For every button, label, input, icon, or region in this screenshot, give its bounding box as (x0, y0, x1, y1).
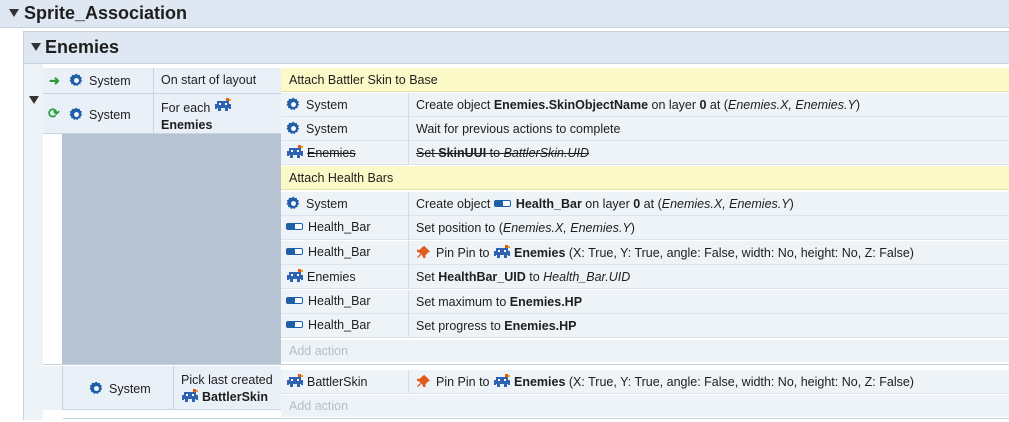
add-action-link[interactable]: Add action (281, 395, 1009, 417)
condition-text: For each Enemies (161, 98, 235, 134)
event-block (62, 134, 281, 364)
subgroup-header[interactable]: Enemies (23, 31, 1009, 64)
action-object: Enemies (307, 270, 356, 284)
condition-text: Pick last created BattlerSkin (181, 372, 273, 406)
action-description: Wait for previous actions to complete (408, 117, 621, 140)
subgroup-title: Enemies (45, 37, 120, 57)
trigger-arrow-icon: ➜ (49, 73, 60, 88)
action-row[interactable]: BattlerSkin Pin Pin to Enemies (X: True,… (281, 370, 1009, 394)
condition-row[interactable]: System Pick last created BattlerSkin (63, 366, 281, 410)
action-row[interactable]: Health_Bar Set progress to Enemies.HP (281, 314, 1009, 338)
condition-object: System (89, 381, 151, 396)
collapse-triangle-icon[interactable] (29, 96, 39, 104)
action-object: Health_Bar (308, 294, 371, 308)
action-description: Set progress to Enemies.HP (408, 314, 577, 337)
action-object: Health_Bar (308, 220, 371, 234)
collapse-triangle-icon[interactable] (31, 43, 41, 51)
progress-bar-icon (493, 200, 511, 207)
gear-icon (286, 196, 301, 211)
enemies-sprite-icon (286, 145, 304, 160)
action-row-disabled[interactable]: Enemies Set SkinUUI to BattlerSkin.UID (281, 141, 1009, 165)
progress-bar-icon (286, 223, 303, 230)
for-each-object: Enemies (161, 118, 213, 132)
condition-text: On start of layout (161, 73, 257, 87)
enemies-sprite-icon (214, 98, 232, 113)
action-description: Set HealthBar_UID to Health_Bar.UID (408, 265, 630, 288)
comment-text: Attach Battler Skin to Base (289, 73, 438, 87)
action-description: Set SkinUUI to BattlerSkin.UID (408, 141, 589, 164)
action-row[interactable]: System Create object Health_Bar on layer… (281, 192, 1009, 216)
sub-event-gutter (43, 366, 63, 410)
condition-row[interactable]: ➜ System On start of layout (43, 68, 281, 94)
action-row[interactable]: Enemies Set HealthBar_UID to Health_Bar.… (281, 265, 1009, 289)
event-gutter (23, 64, 43, 420)
action-description: Create object Health_Bar on layer 0 at (… (408, 192, 794, 215)
action-object: Enemies (307, 146, 356, 160)
enemies-sprite-icon (493, 245, 511, 260)
comment-row[interactable]: Attach Battler Skin to Base (281, 68, 1009, 92)
gear-icon (69, 107, 84, 122)
pin-icon (416, 374, 431, 389)
action-object: Health_Bar (308, 245, 371, 259)
event-separator (43, 364, 1009, 365)
action-row[interactable]: Health_Bar Pin Pin to Enemies (X: True, … (281, 241, 1009, 265)
battlerskin-sprite-icon (181, 389, 199, 404)
gear-icon (286, 97, 301, 112)
pick-last-label: Pick last created (181, 373, 273, 387)
action-description: Create object Enemies.SkinObjectName on … (408, 93, 860, 116)
condition-object: System (69, 73, 131, 88)
action-description: Pin Pin to Enemies (X: True, Y: True, an… (408, 370, 914, 393)
action-description: Set maximum to Enemies.HP (408, 290, 582, 313)
condition-divider (153, 68, 154, 94)
action-object: System (306, 197, 348, 211)
action-row[interactable]: Health_Bar Set maximum to Enemies.HP (281, 290, 1009, 314)
action-row[interactable]: Health_Bar Set position to (Enemies.X, E… (281, 216, 1009, 240)
gear-icon (286, 121, 301, 136)
action-row[interactable]: System Create object Enemies.SkinObjectN… (281, 93, 1009, 117)
action-description: Set position to (Enemies.X, Enemies.Y) (408, 216, 635, 239)
add-action-link[interactable]: Add action (281, 340, 1009, 362)
gear-icon (69, 73, 84, 88)
bottom-border (63, 418, 1009, 419)
condition-object: System (69, 107, 131, 122)
action-object: BattlerSkin (307, 375, 368, 389)
action-object: System (306, 122, 348, 136)
pin-icon (416, 245, 431, 260)
group-header[interactable]: Sprite_Association (0, 0, 1009, 28)
for-each-label: For each (161, 101, 211, 115)
group-title: Sprite_Association (24, 3, 188, 23)
collapse-triangle-icon[interactable] (9, 9, 19, 17)
comment-row[interactable]: Attach Health Bars (281, 166, 1009, 190)
enemies-sprite-icon (493, 374, 511, 389)
action-object: System (306, 98, 348, 112)
condition-divider (173, 366, 174, 410)
action-row[interactable]: System Wait for previous actions to comp… (281, 117, 1009, 141)
condition-divider (153, 94, 154, 134)
action-object: Health_Bar (308, 318, 371, 332)
pick-last-object: BattlerSkin (202, 390, 268, 404)
enemies-sprite-icon (286, 269, 304, 284)
battlerskin-sprite-icon (286, 374, 304, 389)
progress-bar-icon (286, 321, 303, 328)
comment-text: Attach Health Bars (289, 171, 394, 185)
action-description: Pin Pin to Enemies (X: True, Y: True, an… (408, 241, 914, 264)
progress-bar-icon (286, 297, 303, 304)
gear-icon (89, 381, 104, 396)
loop-icon: ⟳ (48, 105, 60, 121)
progress-bar-icon (286, 248, 303, 255)
condition-row[interactable]: ⟳ System For each Enemies (43, 94, 281, 134)
